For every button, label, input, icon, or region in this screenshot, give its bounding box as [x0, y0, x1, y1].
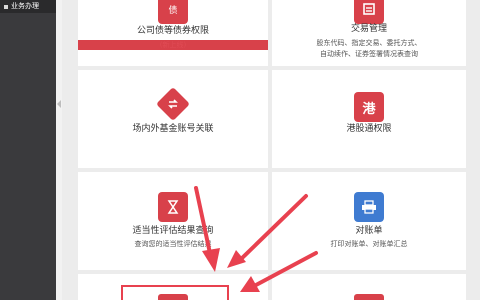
annotation-arrowhead — [227, 250, 246, 268]
annotation-arrows — [194, 186, 318, 292]
annotation-arrow — [254, 251, 318, 287]
annotation-arrowhead — [202, 248, 220, 272]
annotation-arrow — [236, 194, 308, 264]
annotation-arrow — [194, 186, 213, 260]
